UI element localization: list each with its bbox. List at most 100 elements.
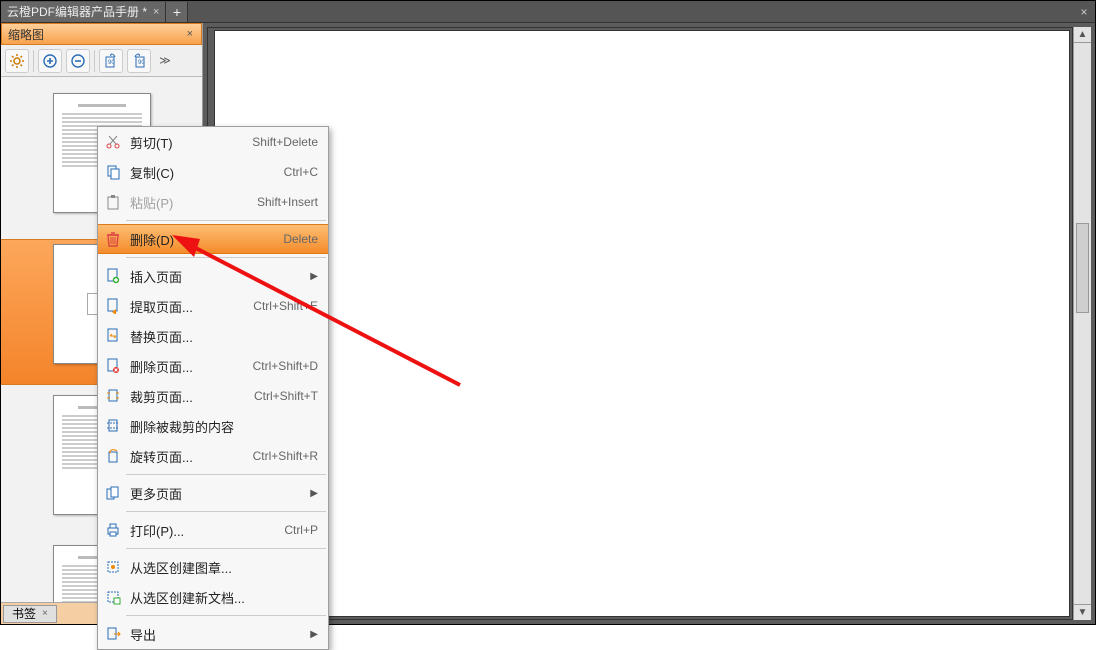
menu-item-copy[interactable]: 复制(C) Ctrl+C [98,157,328,187]
menu-shortcut: Ctrl+Shift+R [253,449,318,463]
copy-icon [104,163,122,181]
close-all-icon[interactable]: × [1073,5,1095,19]
menu-item-pages-more[interactable]: 更多页面 ▶ [98,478,328,508]
menu-shortcut: Ctrl+P [284,523,318,537]
menu-label: 删除页面... [130,357,245,376]
menu-item-page-extract[interactable]: 提取页面... Ctrl+Shift+E [98,291,328,321]
menu-item-crop-delete[interactable]: 删除被裁剪的内容 [98,411,328,441]
menu-label: 更多页面 [130,484,302,503]
menu-label: 旋转页面... [130,447,245,466]
menu-label: 粘贴(P) [130,193,249,212]
menu-item-crop[interactable]: 裁剪页面... Ctrl+Shift+T [98,381,328,411]
menu-shortcut: Shift+Delete [252,135,318,149]
stamp-icon [104,558,122,576]
print-icon [104,521,122,539]
menu-label: 从选区创建图章... [130,558,318,577]
rotate-ccw-button[interactable]: 90 [99,49,123,73]
menu-item-trash[interactable]: 删除(D) Delete [98,224,328,254]
svg-text:90: 90 [138,60,145,66]
menu-separator [126,220,326,221]
context-menu: 剪切(T) Shift+Delete 复制(C) Ctrl+C 粘贴(P) Shift+I… [97,126,329,650]
menu-shortcut: Delete [283,232,318,246]
trash-icon [104,230,122,248]
page-delete-icon [104,357,122,375]
chevron-double-icon: ≫ [159,54,171,67]
panel-title: 缩略图 [8,26,44,43]
new-tab-button[interactable]: + [166,2,188,22]
menu-label: 从选区创建新文档... [130,588,318,607]
zoom-in-button[interactable] [38,49,62,73]
bookmarks-tab[interactable]: 书签 × [3,605,57,623]
close-icon[interactable]: × [153,6,159,18]
menu-separator [126,511,326,512]
menu-item-cut[interactable]: 剪切(T) Shift+Delete [98,127,328,157]
scroll-track[interactable] [1074,43,1091,604]
menu-item-print[interactable]: 打印(P)... Ctrl+P [98,515,328,545]
gear-icon [9,53,25,69]
menu-item-page-replace[interactable]: 替换页面... [98,321,328,351]
vertical-scrollbar[interactable]: ▲ ▼ [1073,27,1091,620]
menu-item-export[interactable]: 导出 ▶ [98,619,328,649]
menu-separator [126,257,326,258]
document-area: ▲ ▼ [203,23,1095,624]
document-tab[interactable]: 云橙PDF编辑器产品手册 * × [1,2,166,22]
menu-shortcut: Ctrl+Shift+T [254,389,318,403]
menu-label: 剪切(T) [130,133,244,152]
bookmarks-label: 书签 [12,605,36,622]
menu-shortcut: Ctrl+C [284,165,318,179]
menu-label: 打印(P)... [130,521,276,540]
export-icon [104,625,122,643]
menu-label: 插入页面 [130,267,302,286]
menu-item-paste: 粘贴(P) Shift+Insert [98,187,328,217]
menu-item-stamp[interactable]: 从选区创建图章... [98,552,328,582]
rotate-icon [104,447,122,465]
tab-bar: 云橙PDF编辑器产品手册 * × + × [1,1,1095,23]
menu-label: 替换页面... [130,327,318,346]
scroll-up-icon[interactable]: ▲ [1074,27,1091,43]
menu-item-page-delete[interactable]: 删除页面... Ctrl+Shift+D [98,351,328,381]
pages-more-icon [104,484,122,502]
menu-label: 删除被裁剪的内容 [130,417,318,436]
plus-icon [42,53,58,69]
panel-header: 缩略图 × [1,23,202,45]
menu-label: 裁剪页面... [130,387,246,406]
submenu-arrow-icon: ▶ [310,271,318,282]
menu-shortcut: Shift+Insert [257,195,318,209]
scroll-down-icon[interactable]: ▼ [1074,604,1091,620]
page-extract-icon [104,297,122,315]
menu-label: 复制(C) [130,163,276,182]
rotate-ccw-icon: 90 [103,53,119,69]
menu-separator [126,548,326,549]
menu-item-page-add[interactable]: 插入页面 ▶ [98,261,328,291]
document-canvas[interactable] [207,27,1073,620]
page-view [214,30,1070,617]
svg-text:90: 90 [108,60,115,66]
menu-item-newdoc[interactable]: 从选区创建新文档... [98,582,328,612]
cut-icon [104,133,122,151]
panel-close-icon[interactable]: × [185,28,195,40]
menu-label: 删除(D) [130,230,275,249]
menu-item-rotate[interactable]: 旋转页面... Ctrl+Shift+R [98,441,328,471]
paste-icon [104,193,122,211]
rotate-cw-button[interactable]: 90 [127,49,151,73]
menu-shortcut: Ctrl+Shift+E [253,299,318,313]
newdoc-icon [104,588,122,606]
menu-separator [126,474,326,475]
menu-shortcut: Ctrl+Shift+D [253,359,318,373]
minus-icon [70,53,86,69]
thumbnails-toolbar: 90 90 ≫ [1,45,202,77]
page-replace-icon [104,327,122,345]
submenu-arrow-icon: ▶ [310,488,318,499]
options-button[interactable] [5,49,29,73]
submenu-arrow-icon: ▶ [310,629,318,640]
rotate-cw-icon: 90 [131,53,147,69]
toolbar-overflow-button[interactable]: ≫ [155,49,175,73]
page-add-icon [104,267,122,285]
menu-separator [126,615,326,616]
menu-label: 提取页面... [130,297,245,316]
close-icon[interactable]: × [42,608,48,619]
scroll-thumb[interactable] [1076,223,1089,313]
menu-label: 导出 [130,625,302,644]
zoom-out-button[interactable] [66,49,90,73]
crop-delete-icon [104,417,122,435]
